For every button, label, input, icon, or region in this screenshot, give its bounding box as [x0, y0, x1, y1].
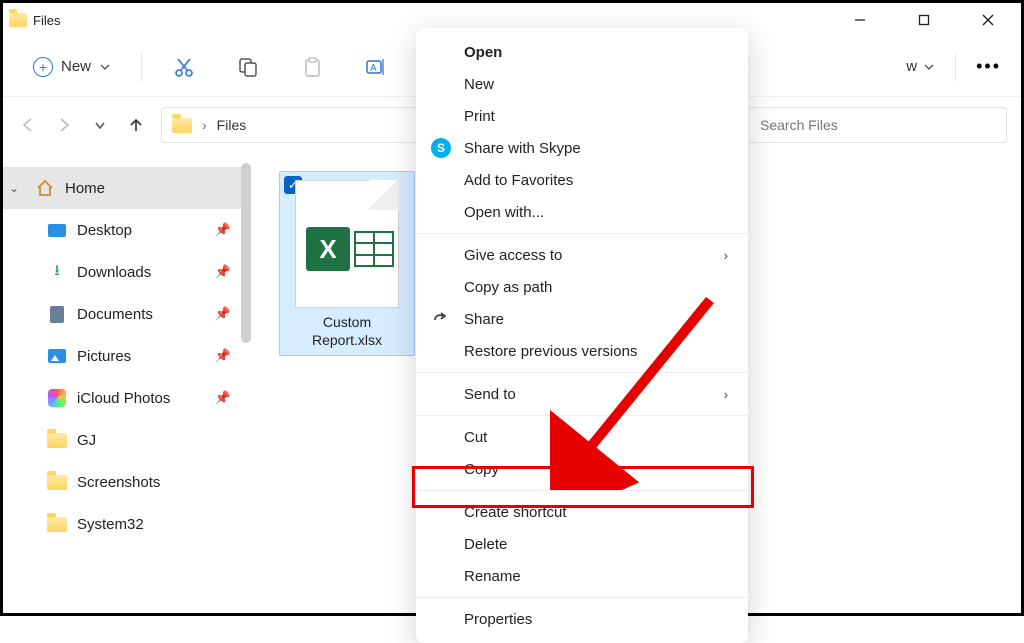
sidebar-item-home[interactable]: ⌄ Home	[3, 167, 243, 209]
sidebar-item-label: Desktop	[77, 222, 132, 239]
maximize-button[interactable]	[907, 8, 941, 32]
chevron-right-icon: ›	[724, 248, 728, 263]
ctx-give-access[interactable]: Give access to›	[416, 239, 748, 271]
sidebar-item-downloads[interactable]: ⭳ Downloads 📌	[3, 251, 243, 293]
ctx-delete[interactable]: Delete	[416, 528, 748, 560]
ctx-print[interactable]: Print	[416, 100, 748, 132]
folder-icon	[47, 430, 67, 450]
folder-icon	[172, 118, 192, 133]
excel-file-icon: X	[295, 180, 399, 308]
ctx-copy[interactable]: Copy	[416, 453, 748, 485]
documents-icon	[47, 304, 67, 324]
folder-icon	[47, 472, 67, 492]
pin-icon: 📌	[215, 390, 231, 406]
sidebar-item-pictures[interactable]: Pictures 📌	[3, 335, 243, 377]
sidebar-item-label: System32	[77, 516, 144, 533]
home-icon	[35, 178, 55, 198]
icloud-icon	[47, 388, 67, 408]
paste-button[interactable]	[290, 47, 334, 87]
back-button[interactable]	[17, 114, 39, 136]
sidebar-item-gj[interactable]: GJ	[3, 419, 243, 461]
folder-icon	[47, 514, 67, 534]
separator	[416, 597, 748, 598]
ctx-send-to[interactable]: Send to›	[416, 378, 748, 410]
new-button[interactable]: + New	[23, 51, 121, 83]
close-button[interactable]	[971, 8, 1005, 32]
sidebar-item-label: Screenshots	[77, 474, 160, 491]
ctx-copy-path[interactable]: Copy as path	[416, 271, 748, 303]
sidebar-item-label: Pictures	[77, 348, 131, 365]
sidebar-item-icloud[interactable]: iCloud Photos 📌	[3, 377, 243, 419]
chevron-right-icon: ›	[724, 387, 728, 402]
sidebar-item-label: Downloads	[77, 264, 151, 281]
ctx-rename[interactable]: Rename	[416, 560, 748, 592]
ctx-new[interactable]: New	[416, 68, 748, 100]
forward-button[interactable]	[53, 114, 75, 136]
sidebar-item-label: iCloud Photos	[77, 390, 170, 407]
ctx-restore[interactable]: Restore previous versions	[416, 335, 748, 367]
new-button-label: New	[61, 58, 91, 75]
sidebar-item-label: Home	[65, 180, 105, 197]
skype-icon: S	[430, 138, 452, 158]
minimize-button[interactable]	[843, 8, 877, 32]
window-title: Files	[33, 13, 60, 28]
rename-button[interactable]: A	[354, 47, 398, 87]
chevron-down-icon: ⌄	[9, 181, 25, 195]
svg-text:A: A	[370, 63, 377, 74]
recent-dropdown[interactable]	[89, 114, 111, 136]
sidebar-item-screenshots[interactable]: Screenshots	[3, 461, 243, 503]
separator	[416, 415, 748, 416]
file-name: Custom Report.xlsx	[280, 312, 414, 355]
desktop-icon	[47, 220, 67, 240]
toolbar-divider	[141, 53, 142, 81]
chevron-down-icon	[99, 61, 111, 73]
ctx-open-with[interactable]: Open with...	[416, 196, 748, 228]
ctx-create-shortcut[interactable]: Create shortcut	[416, 496, 748, 528]
breadcrumb[interactable]: Files	[217, 117, 247, 133]
more-button[interactable]: •••	[976, 56, 1001, 77]
up-button[interactable]	[125, 114, 147, 136]
cut-button[interactable]	[162, 47, 206, 87]
pin-icon: 📌	[215, 306, 231, 322]
context-menu: Open New Print S Share with Skype Add to…	[416, 28, 748, 643]
view-button-fragment[interactable]: w	[906, 58, 935, 75]
ctx-add-favorites[interactable]: Add to Favorites	[416, 164, 748, 196]
separator	[416, 372, 748, 373]
pin-icon: 📌	[215, 348, 231, 364]
ctx-share-skype[interactable]: S Share with Skype	[416, 132, 748, 164]
pin-icon: 📌	[215, 222, 231, 238]
pictures-icon	[47, 346, 67, 366]
separator	[416, 233, 748, 234]
share-icon	[430, 310, 452, 328]
toolbar-divider	[955, 53, 956, 81]
sidebar-item-system32[interactable]: System32	[3, 503, 243, 545]
ctx-cut[interactable]: Cut	[416, 421, 748, 453]
separator	[416, 490, 748, 491]
ctx-share[interactable]: Share	[416, 303, 748, 335]
sidebar-item-documents[interactable]: Documents 📌	[3, 293, 243, 335]
download-icon: ⭳	[47, 262, 67, 282]
chevron-down-icon	[923, 61, 935, 73]
folder-icon	[9, 13, 27, 27]
ctx-open[interactable]: Open	[416, 36, 748, 68]
plus-icon: +	[33, 57, 53, 77]
file-tile[interactable]: ✓ X Custom Report.xlsx	[279, 171, 415, 356]
pin-icon: 📌	[215, 264, 231, 280]
sidebar-item-label: Documents	[77, 306, 153, 323]
sidebar-item-label: GJ	[77, 432, 96, 449]
sidebar: ⌄ Home Desktop 📌 ⭳ Downloads 📌 Documents…	[3, 153, 243, 613]
sidebar-item-desktop[interactable]: Desktop 📌	[3, 209, 243, 251]
search-input[interactable]	[747, 107, 1007, 143]
ctx-properties[interactable]: Properties	[416, 603, 748, 635]
copy-button[interactable]	[226, 47, 270, 87]
